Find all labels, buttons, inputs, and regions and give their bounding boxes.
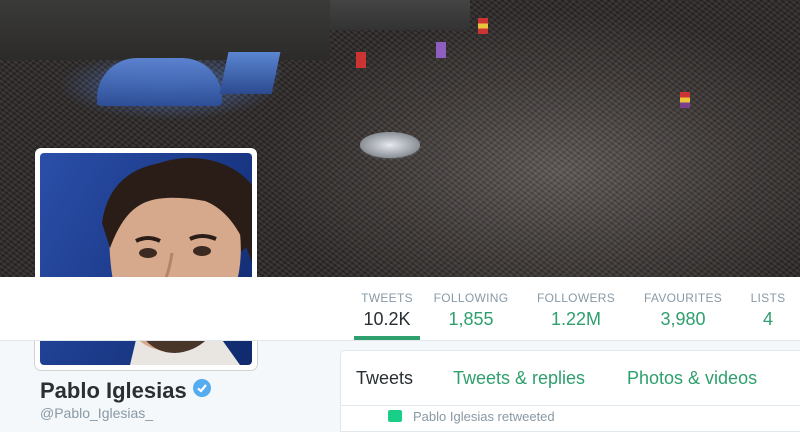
flag <box>356 52 366 68</box>
building <box>0 0 330 60</box>
stat-label: TWEETS <box>361 291 413 305</box>
stat-tweets[interactable]: TWEETS 10.2K <box>354 277 420 340</box>
stat-following[interactable]: FOLLOWING 1,855 <box>433 277 509 340</box>
stat-label: FOLLOWERS <box>536 291 616 305</box>
fountain <box>360 132 420 158</box>
stat-label: FAVOURITES <box>643 291 723 305</box>
building <box>330 0 470 30</box>
stat-value: 3,980 <box>660 309 706 329</box>
profile-nav-stats: TWEETS 10.2K FOLLOWING 1,855 FOLLOWERS 1… <box>0 277 800 341</box>
stat-value: 10.2K <box>363 309 411 329</box>
timeline-card: Tweets Tweets & replies Photos & videos … <box>340 350 800 432</box>
stat-label: LISTS <box>750 291 786 305</box>
tab-tweets[interactable]: Tweets <box>356 368 413 389</box>
stat-value: 4 <box>762 309 773 329</box>
retweet-icon <box>388 410 402 422</box>
profile-name-text: Pablo Iglesias <box>40 378 187 403</box>
flag <box>680 92 690 108</box>
tab-photos-videos[interactable]: Photos & videos <box>627 368 757 389</box>
stat-followers[interactable]: FOLLOWERS 1.22M <box>536 277 616 340</box>
blue-tent <box>219 52 281 94</box>
verified-badge-icon <box>192 379 211 397</box>
tab-tweets-replies[interactable]: Tweets & replies <box>453 368 585 389</box>
stat-value: 1.22M <box>550 309 602 329</box>
stat-label: FOLLOWING <box>433 291 509 305</box>
timeline-tabs: Tweets Tweets & replies Photos & videos <box>341 351 800 406</box>
blue-tent <box>97 58 222 106</box>
profile-handle[interactable]: @Pablo_Iglesias_ <box>40 405 153 421</box>
stat-value: 1,855 <box>448 309 494 329</box>
flag <box>436 42 446 58</box>
flag <box>478 18 488 34</box>
stat-lists[interactable]: LISTS 4 <box>748 277 788 340</box>
profile-name[interactable]: Pablo Iglesias <box>40 378 211 404</box>
stat-favourites[interactable]: FAVOURITES 3,980 <box>642 277 724 340</box>
